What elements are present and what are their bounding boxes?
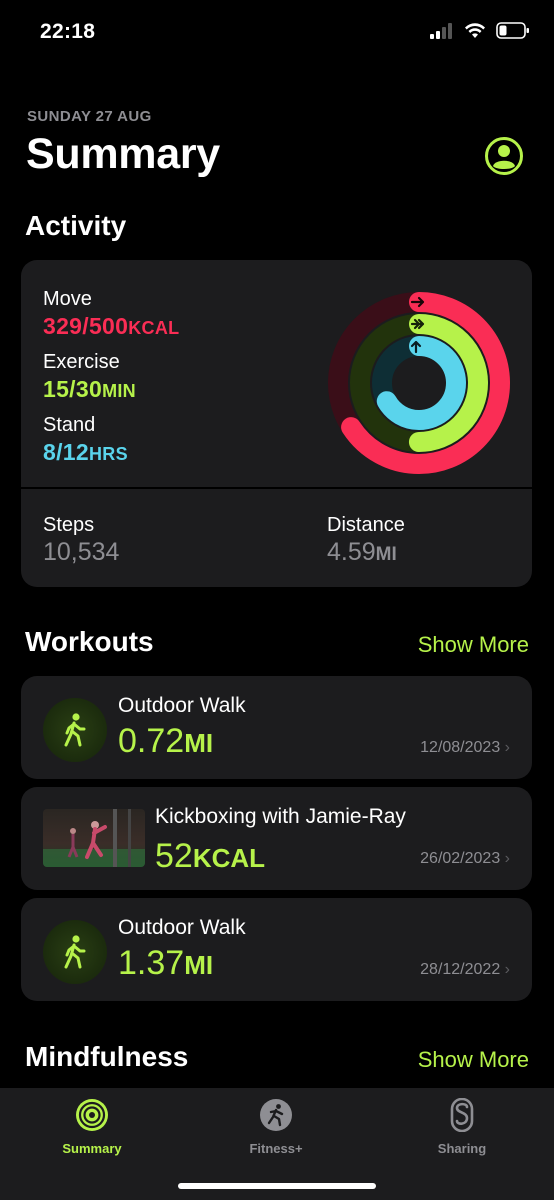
stand-label: Stand	[43, 414, 96, 436]
tab-sharing[interactable]: Sharing	[392, 1097, 532, 1156]
tab-fitness-plus[interactable]: Fitness+	[206, 1098, 346, 1156]
workout-icon-circle	[43, 698, 107, 762]
running-icon	[260, 1099, 292, 1131]
workout-date: 26/02/2023 ›	[420, 850, 510, 867]
profile-icon	[485, 137, 523, 175]
walking-icon	[64, 935, 86, 969]
workout-card[interactable]: Kickboxing with Jamie-Ray 52KCAL 26/02/2…	[21, 787, 532, 890]
workout-date: 28/12/2022 ›	[420, 961, 510, 978]
profile-button[interactable]	[484, 136, 524, 176]
workout-title: Kickboxing with Jamie-Ray	[155, 805, 406, 828]
workout-icon-circle	[43, 920, 107, 984]
activity-rings	[328, 292, 510, 474]
workout-title: Outdoor Walk	[118, 694, 246, 717]
kickboxing-thumbnail	[43, 809, 145, 867]
exercise-label: Exercise	[43, 351, 120, 373]
chevron-right-icon: ›	[504, 961, 510, 978]
tab-sharing-label: Sharing	[437, 1141, 487, 1156]
tab-fitness-plus-label: Fitness+	[249, 1141, 303, 1156]
stand-value: 8/12HRS	[43, 439, 128, 465]
status-time: 22:18	[40, 20, 96, 43]
workout-value: 1.37MI	[118, 944, 214, 982]
steps-label: Steps	[43, 514, 95, 536]
workout-value: 52KCAL	[155, 837, 266, 875]
distance-label: Distance	[327, 514, 405, 536]
exercise-value: 15/30MIN	[43, 376, 136, 402]
status-icons	[430, 22, 530, 39]
activity-section-title: Activity	[25, 210, 127, 241]
sharing-icon	[450, 1097, 474, 1133]
walking-icon	[64, 713, 86, 747]
move-value: 329/500KCAL	[43, 313, 180, 339]
mindfulness-section-title: Mindfulness	[25, 1041, 189, 1072]
workout-title: Outdoor Walk	[118, 916, 246, 939]
tab-summary[interactable]: Summary	[22, 1098, 162, 1156]
move-label: Move	[43, 288, 92, 310]
wifi-icon	[465, 22, 485, 38]
chevron-right-icon: ›	[504, 850, 510, 867]
chevron-right-icon: ›	[504, 739, 510, 756]
workout-card[interactable]: Outdoor Walk 1.37MI 28/12/2022 ›	[21, 898, 532, 1001]
workout-date: 12/08/2023 ›	[420, 739, 510, 756]
mindfulness-show-more-button[interactable]: Show More	[418, 1047, 529, 1073]
tab-summary-label: Summary	[62, 1141, 122, 1156]
steps-value: 10,534	[43, 538, 120, 566]
cellular-signal-icon	[430, 22, 452, 39]
activity-divider	[21, 487, 532, 489]
workouts-section-title: Workouts	[25, 626, 154, 657]
distance-value: 4.59MI	[327, 538, 397, 566]
status-bar: 22:18	[0, 0, 554, 70]
page-title: Summary	[26, 130, 220, 178]
battery-icon	[496, 22, 529, 39]
date-label: SUNDAY 27 AUG	[27, 108, 152, 125]
workouts-show-more-button[interactable]: Show More	[418, 632, 529, 658]
workout-value: 0.72MI	[118, 722, 214, 760]
activity-rings-icon	[76, 1099, 108, 1131]
home-indicator	[178, 1183, 376, 1189]
workout-card[interactable]: Outdoor Walk 0.72MI 12/08/2023 ›	[21, 676, 532, 779]
activity-card[interactable]: Move 329/500KCAL Exercise 15/30MIN Stand…	[21, 260, 532, 587]
